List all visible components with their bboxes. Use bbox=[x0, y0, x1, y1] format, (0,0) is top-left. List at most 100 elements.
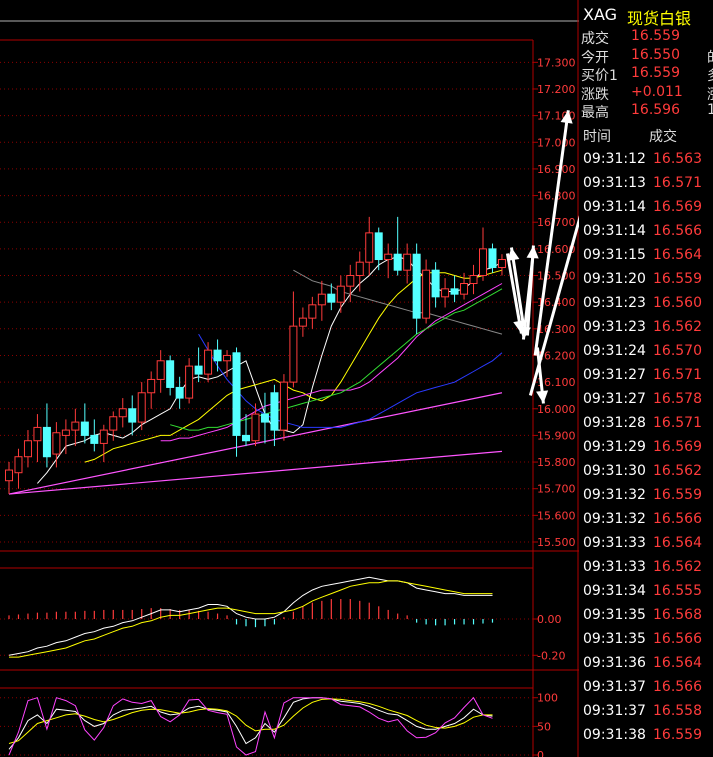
tick-row[interactable]: 09:31:32 16.566 bbox=[579, 511, 713, 535]
kline-chart-area[interactable]: 17.30017.20017.10017.00016.90016.80016.7… bbox=[0, 0, 579, 757]
price-tick-label: 16.300 bbox=[537, 323, 576, 336]
tick-price: 16.571 bbox=[653, 367, 702, 383]
candle-body bbox=[61, 429, 70, 436]
tick-row[interactable]: 09:31:27 16.578 bbox=[579, 391, 713, 415]
tick-time: 09:31:33 bbox=[583, 535, 646, 551]
candle-body bbox=[374, 232, 383, 261]
tick-row[interactable]: 09:31:29 16.569 bbox=[579, 439, 713, 463]
tick-time: 09:31:33 bbox=[583, 559, 646, 575]
price-tick-label: 15.600 bbox=[537, 509, 576, 522]
tick-price: 16.562 bbox=[653, 319, 702, 335]
tick-price: 16.568 bbox=[653, 607, 702, 623]
candle-body bbox=[223, 354, 232, 362]
tick-price: 16.558 bbox=[653, 703, 702, 719]
header-time: 时间 bbox=[583, 129, 611, 145]
price-tick-label: 15.500 bbox=[537, 536, 576, 549]
candle-body bbox=[137, 392, 146, 423]
tick-row[interactable]: 09:31:33 16.564 bbox=[579, 535, 713, 559]
candle-body bbox=[460, 283, 469, 295]
tick-row[interactable]: 09:31:13 16.571 bbox=[579, 175, 713, 199]
tick-row[interactable]: 09:31:15 16.564 bbox=[579, 247, 713, 271]
price-tick-label: 16.500 bbox=[537, 270, 576, 283]
price-tick-label: 16.000 bbox=[537, 403, 576, 416]
price-tick-label: 17.200 bbox=[537, 83, 576, 96]
candle-body bbox=[317, 293, 326, 306]
tick-row[interactable]: 09:31:36 16.564 bbox=[579, 655, 713, 679]
tick-row[interactable]: 09:31:23 16.562 bbox=[579, 319, 713, 343]
candle-body bbox=[497, 259, 506, 269]
candle-body bbox=[469, 275, 478, 285]
candle-body bbox=[441, 288, 450, 298]
tick-row[interactable]: 09:31:14 16.566 bbox=[579, 223, 713, 247]
candle-body bbox=[52, 432, 61, 455]
osc-tick-label: 50 bbox=[537, 720, 551, 733]
tick-price: 16.566 bbox=[653, 679, 702, 695]
candle-body bbox=[175, 386, 184, 399]
tick-row[interactable]: 09:31:34 16.555 bbox=[579, 583, 713, 607]
candle-body bbox=[308, 304, 317, 319]
candle-body bbox=[128, 408, 137, 423]
tick-time: 09:31:37 bbox=[583, 679, 646, 695]
candle-body bbox=[118, 408, 127, 418]
candle-body bbox=[147, 378, 156, 394]
tick-time: 09:31:20 bbox=[583, 271, 646, 287]
tick-time: 09:31:14 bbox=[583, 199, 646, 215]
tick-list[interactable]: 09:31:12 16.563 09:31:13 16.571 09:31:14 16.5… bbox=[579, 151, 713, 757]
tick-price: 16.559 bbox=[653, 271, 702, 287]
tick-row[interactable]: 09:31:35 16.568 bbox=[579, 607, 713, 631]
tick-price: 16.562 bbox=[653, 463, 702, 479]
tick-row[interactable]: 09:31:24 16.570 bbox=[579, 343, 713, 367]
macd-tick-label: -0.20 bbox=[537, 649, 565, 662]
tick-row[interactable]: 09:31:28 16.571 bbox=[579, 415, 713, 439]
candle-body bbox=[289, 325, 298, 383]
candle-body bbox=[5, 469, 13, 482]
tick-row[interactable]: 09:31:37 16.566 bbox=[579, 679, 713, 703]
tick-row[interactable]: 09:31:30 16.562 bbox=[579, 463, 713, 487]
tick-time: 09:31:34 bbox=[583, 583, 646, 599]
tick-price: 16.566 bbox=[653, 223, 702, 239]
tick-price: 16.559 bbox=[653, 487, 702, 503]
candle-body bbox=[403, 253, 412, 271]
tick-row[interactable]: 09:31:38 16.559 bbox=[579, 727, 713, 751]
tick-price: 16.566 bbox=[653, 511, 702, 527]
tick-price: 16.570 bbox=[653, 343, 702, 359]
tick-row[interactable]: 09:31:14 16.569 bbox=[579, 199, 713, 223]
osc-tick-label: 0 bbox=[537, 749, 544, 757]
candle-body bbox=[109, 416, 118, 431]
candle-body bbox=[412, 253, 421, 319]
tick-time: 09:31:27 bbox=[583, 367, 646, 383]
tick-time: 09:31:35 bbox=[583, 631, 646, 647]
tick-row[interactable]: 09:31:32 16.559 bbox=[579, 487, 713, 511]
tick-time: 09:31:15 bbox=[583, 247, 646, 263]
price-tick-label: 16.900 bbox=[537, 163, 576, 176]
candle-body bbox=[422, 269, 431, 319]
candle-body bbox=[384, 253, 393, 261]
tick-time: 09:31:12 bbox=[583, 151, 646, 167]
candle-body bbox=[166, 360, 175, 388]
tick-time: 09:31:35 bbox=[583, 607, 646, 623]
tick-row[interactable]: 09:31:35 16.566 bbox=[579, 631, 713, 655]
tick-row[interactable]: 09:31:27 16.571 bbox=[579, 367, 713, 391]
candle-body bbox=[194, 365, 203, 375]
candle-body bbox=[488, 248, 497, 269]
candle-body bbox=[298, 317, 307, 327]
tick-row[interactable]: 09:31:33 16.562 bbox=[579, 559, 713, 583]
candle-body bbox=[185, 365, 194, 399]
tick-price: 16.564 bbox=[653, 535, 702, 551]
candle-body bbox=[431, 269, 440, 298]
candle-body bbox=[365, 232, 374, 263]
tick-row[interactable]: 09:31:23 16.560 bbox=[579, 295, 713, 319]
tick-row[interactable]: 09:31:20 16.559 bbox=[579, 271, 713, 295]
tick-price: 16.566 bbox=[653, 631, 702, 647]
tick-price: 16.564 bbox=[653, 655, 702, 671]
candle-body bbox=[355, 261, 364, 277]
candle-body bbox=[393, 253, 402, 271]
tick-row[interactable]: 09:31:12 16.563 bbox=[579, 151, 713, 175]
tick-price: 16.562 bbox=[653, 559, 702, 575]
tick-time: 09:31:29 bbox=[583, 439, 646, 455]
candle-body bbox=[346, 275, 355, 287]
tick-row[interactable]: 09:31:37 16.558 bbox=[579, 703, 713, 727]
moving-average-line bbox=[198, 333, 503, 428]
osc-k-line bbox=[8, 697, 493, 750]
macd-dea-line bbox=[9, 580, 493, 658]
